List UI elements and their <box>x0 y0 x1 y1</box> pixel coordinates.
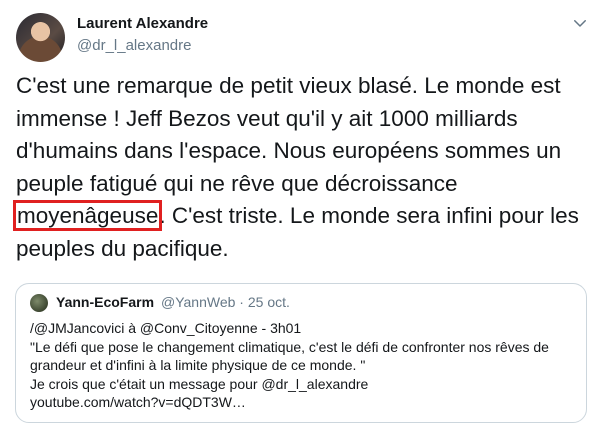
quoted-tweet[interactable]: Yann-EcoFarm @YannWeb · 25 oct. /@JMJanc… <box>15 283 587 423</box>
quoted-line: Je crois que c'était un message pour @dr… <box>30 375 369 392</box>
quoted-author-handle: @YannWeb <box>161 294 236 310</box>
tweet-text-before: C'est une remarque de petit vieux blasé.… <box>16 73 562 196</box>
quoted-author-avatar <box>30 294 48 312</box>
chevron-down-icon[interactable] <box>571 14 589 32</box>
highlighted-word: moyenâgeuse <box>12 200 163 231</box>
quoted-date: 25 oct. <box>247 294 290 310</box>
quoted-separator: · <box>239 294 244 310</box>
author-name[interactable]: Laurent Alexandre <box>77 15 208 32</box>
quoted-text: /@JMJancovici à @Conv_Citoyenne - 3h01 "… <box>30 319 575 412</box>
quoted-line: "Le défi que pose le changement climatiq… <box>30 338 549 374</box>
author-avatar[interactable] <box>16 13 65 62</box>
quoted-line: /@JMJancovici à @Conv_Citoyenne - 3h01 <box>30 320 302 336</box>
author-handle[interactable]: @dr_l_alexandre <box>77 37 191 54</box>
quoted-meta: @YannWeb · 25 oct. <box>161 294 290 310</box>
tweet-text: C'est une remarque de petit vieux blasé.… <box>12 70 596 265</box>
quoted-author-name: Yann-EcoFarm <box>56 294 155 310</box>
quoted-link[interactable]: youtube.com/watch?v=dQDT3W… <box>30 394 246 410</box>
tweet-card: Laurent Alexandre @dr_l_alexandre C'est … <box>0 0 605 434</box>
